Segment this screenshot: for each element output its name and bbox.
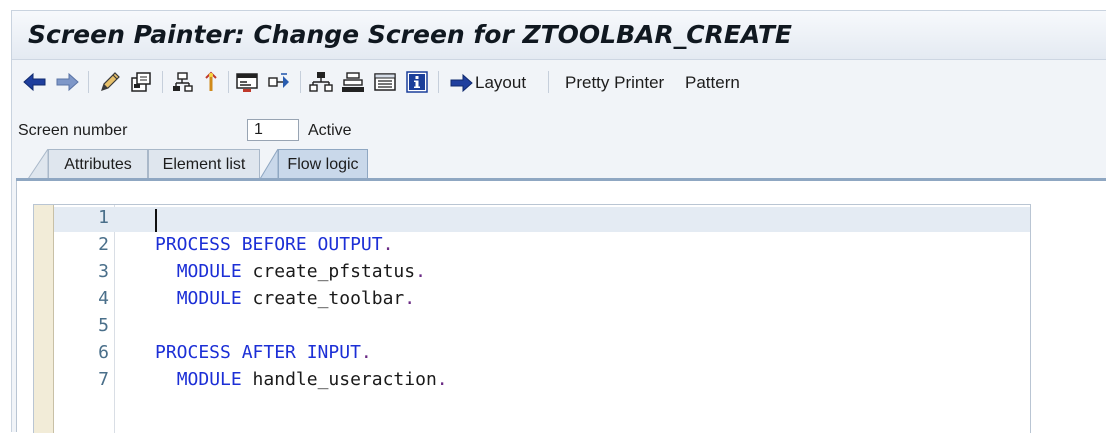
screen-number-label: Screen number — [18, 122, 128, 139]
tab-attributes[interactable]: Attributes — [48, 149, 148, 179]
application-toolbar: Layout Pretty Printer Pattern — [12, 63, 1106, 101]
line-number: 4 — [98, 288, 109, 309]
identifier-token: handle_useraction — [241, 369, 437, 390]
title-bar: Screen Painter: Change Screen for ZTOOLB… — [12, 11, 1106, 60]
keyword-token: MODULE — [176, 369, 242, 390]
tab-flow-logic[interactable]: Flow logic — [278, 149, 368, 179]
line-number: 6 — [98, 342, 109, 363]
toolbar-separator — [162, 71, 163, 93]
tab-strip: Attributes Element list Flow logic — [28, 147, 428, 179]
text-cursor — [155, 209, 157, 232]
punctuation-token: . — [404, 288, 416, 309]
punctuation-token: . — [436, 369, 448, 390]
identifier-token — [155, 369, 177, 390]
pattern-button[interactable]: Pattern — [685, 73, 740, 93]
line-number: 1 — [98, 207, 109, 228]
code-text: PROCESS AFTER INPUT. — [155, 342, 372, 363]
pretty-printer-button[interactable]: Pretty Printer — [565, 73, 664, 93]
info-icon[interactable] — [404, 69, 430, 95]
tab-element-list[interactable]: Element list — [148, 149, 260, 179]
list-icon[interactable] — [372, 69, 398, 95]
line-number: 3 — [98, 261, 109, 282]
screen-element-icon[interactable] — [234, 69, 260, 95]
line-number: 2 — [98, 234, 109, 255]
forward-arrow-icon[interactable] — [54, 69, 80, 95]
editor-container: 1 2 PROCESS BEFORE OUTPUT. 3 MODULE create_… — [16, 181, 1106, 433]
code-line[interactable]: 7 MODULE handle_useraction. — [34, 367, 1030, 394]
display-change-icon[interactable] — [128, 69, 154, 95]
back-arrow-icon[interactable] — [22, 69, 48, 95]
status-text: Active — [308, 122, 352, 139]
code-text: MODULE handle_useraction. — [155, 369, 448, 390]
code-line[interactable]: 2 PROCESS BEFORE OUTPUT. — [34, 232, 1030, 259]
tab-active-edge — [260, 149, 278, 179]
window-title: Screen Painter: Change Screen for ZTOOLB… — [28, 20, 793, 49]
hierarchy-icon[interactable] — [170, 69, 196, 95]
code-text: PROCESS BEFORE OUTPUT. — [155, 234, 393, 255]
toolbar-separator — [88, 71, 89, 93]
code-text: MODULE create_toolbar. — [155, 288, 415, 309]
punctuation-token: . — [360, 342, 372, 363]
keyword-token: PROCESS AFTER INPUT — [155, 342, 361, 363]
code-line[interactable]: 1 — [34, 205, 1030, 232]
toolbar-separator — [300, 71, 301, 93]
keyword-token: MODULE — [176, 288, 242, 309]
where-used-icon[interactable] — [200, 69, 222, 95]
line-number: 7 — [98, 369, 109, 390]
toolbar-separator — [438, 71, 439, 93]
keyword-token: PROCESS BEFORE OUTPUT — [155, 234, 383, 255]
tab-left-edge — [28, 149, 48, 179]
keyword-token: MODULE — [176, 261, 242, 282]
code-line[interactable]: 4 MODULE create_toolbar. — [34, 286, 1030, 313]
code-text: MODULE create_pfstatus. — [155, 261, 426, 282]
identifier-token — [155, 288, 177, 309]
code-line[interactable]: 5 — [34, 313, 1030, 340]
flow-logic-editor[interactable]: 1 2 PROCESS BEFORE OUTPUT. 3 MODULE create_… — [33, 204, 1031, 433]
code-line[interactable]: 6 PROCESS AFTER INPUT. — [34, 340, 1030, 367]
line-number: 5 — [98, 315, 109, 336]
identifier-token: create_toolbar — [241, 288, 405, 309]
code-line[interactable]: 3 MODULE create_pfstatus. — [34, 259, 1030, 286]
navigation-icon[interactable] — [266, 69, 294, 95]
punctuation-token: . — [382, 234, 394, 255]
sap-window: Screen Painter: Change Screen for ZTOOLB… — [11, 10, 1106, 433]
identifier-token — [155, 261, 177, 282]
punctuation-token: . — [415, 261, 426, 282]
screen-number-field[interactable]: 1 — [247, 119, 299, 141]
stack-icon[interactable] — [340, 69, 366, 95]
tree-icon[interactable] — [308, 69, 334, 95]
toolbar-separator — [228, 71, 229, 93]
arrow-right-icon — [450, 73, 473, 93]
layout-label: Layout — [475, 73, 527, 92]
identifier-token: create_pfstatus — [241, 261, 416, 282]
toolbar-separator — [548, 71, 549, 93]
layout-button[interactable]: Layout — [449, 70, 526, 96]
edit-pencil-icon[interactable] — [98, 69, 124, 95]
